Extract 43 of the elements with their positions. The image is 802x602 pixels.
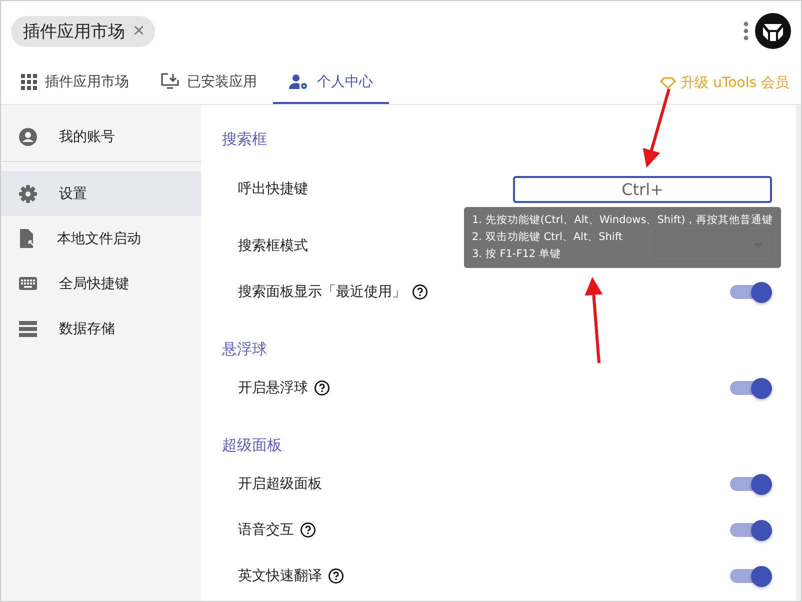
keyboard-icon [19,277,37,290]
sidebar-item[interactable]: 我的账号 [1,113,201,162]
close-button[interactable]: × [133,21,145,41]
grid-icon [21,74,37,90]
diamond-icon [660,76,676,88]
toggle-switch[interactable] [730,520,772,540]
help-icon[interactable] [328,568,344,584]
file-icon [19,229,35,248]
more-icon[interactable] [743,21,749,41]
sidebar-item[interactable]: 数据存储 [1,306,201,351]
toggle-switch[interactable] [730,474,772,494]
setting-label: 开启超级面板 [238,475,322,493]
app-tab[interactable]: 插件应用市场 × [11,16,155,46]
setting-label: 开启悬浮球 [238,379,308,397]
section-heading: 悬浮球 [222,340,267,359]
toggle-switch[interactable] [730,378,772,398]
help-icon[interactable] [314,380,330,396]
settings-icon [19,184,37,202]
user-gear-icon [289,74,309,90]
shortcut-tooltip: 1. 先按功能键(Ctrl、Alt、Windows、Shift)，再按其他普通键 2. 双击功能键 Ctrl、Alt、Shift 3. 按 F1-F12 单键 [464,207,782,268]
setting-label: 呼出快捷键 [238,180,308,198]
nav-tab[interactable]: 已安装应用 [145,61,273,104]
setting-label: 语音交互 [238,521,294,539]
sidebar-item[interactable]: 设置 [1,171,201,216]
shortcut-input-field[interactable]: Ctrl+ [513,176,772,202]
help-icon[interactable] [412,284,428,300]
app-tab-label: 插件应用市场 [23,20,125,42]
setting-label: 搜索面板显示「最近使用」 [238,283,406,301]
toggle-switch[interactable] [730,282,772,302]
sidebar-item[interactable]: 全局快捷键 [1,261,201,306]
setting-label: 搜索框模式 [238,237,308,255]
storage-icon [19,320,37,336]
monitor-download-icon [161,73,179,90]
nav-tab[interactable]: 个人中心 [273,61,389,104]
account-icon [19,128,37,146]
toggle-switch[interactable] [730,566,772,586]
logo-icon[interactable] [755,13,791,49]
help-icon[interactable] [300,522,316,538]
setting-label: 英文快速翻译 [238,567,322,585]
section-heading: 超级面板 [222,436,282,455]
sidebar-item[interactable]: 本地文件启动 [1,216,201,261]
section-heading: 搜索框 [222,130,267,149]
nav-tab[interactable]: 插件应用市场 [5,61,145,104]
